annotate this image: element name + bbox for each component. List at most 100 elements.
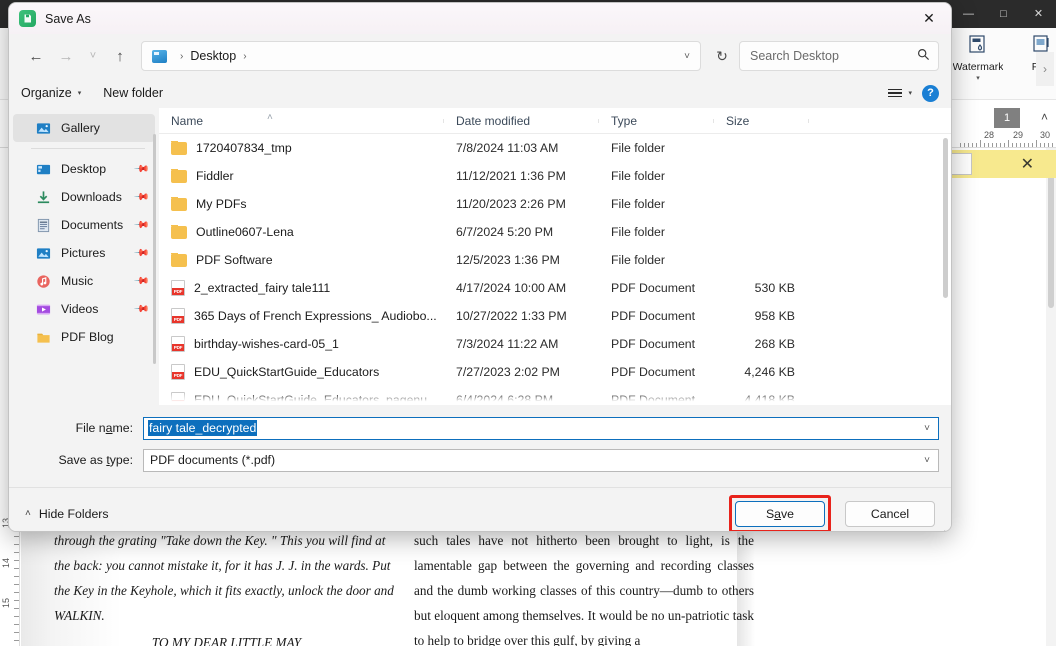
help-icon[interactable]: ? <box>922 84 939 102</box>
ruler-tick <box>988 143 989 147</box>
back-button[interactable]: ← <box>21 41 51 71</box>
table-row[interactable]: 2_extracted_fairy tale111 4/17/2024 10:00… <box>159 274 951 302</box>
table-row[interactable]: 365 Days of French Expressions_ Audiobo.… <box>159 302 951 330</box>
table-row[interactable]: Outline0607-Lena 6/7/2024 5:20 PM File fol… <box>159 218 951 246</box>
dialog-titlebar: Save As ✕ <box>9 3 951 34</box>
chevron-down-icon[interactable]: ˅ <box>924 455 934 466</box>
ruler-number: 29 <box>1013 130 1024 140</box>
page-number-indicator[interactable]: 1 <box>994 108 1020 128</box>
pin-icon[interactable]: 📌 <box>132 301 149 318</box>
chevron-down-icon[interactable]: ˅ <box>684 51 694 62</box>
date-modified-cell: 7/27/2023 2:02 PM <box>456 365 560 379</box>
sidebar-item-label: Pictures <box>61 246 106 260</box>
sidebar-item-pdf-blog[interactable]: PDF Blog <box>13 323 155 351</box>
maximize-icon[interactable]: □ <box>986 0 1021 28</box>
file-name-text: EDU_QuickStartGuide_Educators <box>194 365 380 379</box>
ruler-tick <box>14 616 19 617</box>
sidebar-item-music[interactable]: Music 📌 <box>13 267 155 295</box>
date-modified-cell: 11/20/2023 2:26 PM <box>456 197 566 211</box>
videos-icon <box>35 301 52 318</box>
list-fade-overlay <box>159 393 951 405</box>
ruler-tick <box>1048 143 1049 147</box>
pdf-icon <box>171 280 185 296</box>
filename-input[interactable]: fairy tale_decrypted ˅ <box>143 416 939 440</box>
pin-icon[interactable]: 📌 <box>132 245 149 262</box>
ruler-tick <box>14 592 19 593</box>
close-icon[interactable]: ✕ <box>1021 0 1056 28</box>
command-bar-right: ▾ ? <box>888 84 939 102</box>
dialog-close-icon[interactable]: ✕ <box>907 3 951 34</box>
view-options-button[interactable]: ▾ <box>888 88 912 98</box>
file-name-cell: 2_extracted_fairy tale111 <box>159 280 444 296</box>
file-name-cell: EDU_QuickStartGuide_Educators <box>159 364 444 380</box>
ruler-tick <box>14 560 19 561</box>
ribbon-overflow-icon[interactable]: › <box>1036 52 1054 86</box>
file-size-cell: 530 KB <box>754 281 795 295</box>
breadcrumb-item-desktop[interactable]: Desktop <box>190 49 236 63</box>
chevron-down-icon[interactable]: ˅ <box>924 423 934 434</box>
folder-icon <box>171 169 187 183</box>
file-list-scrollbar[interactable] <box>943 138 948 298</box>
sidebar-item-videos[interactable]: Videos 📌 <box>13 295 155 323</box>
new-folder-button[interactable]: New folder <box>103 86 163 100</box>
minimize-icon[interactable]: — <box>951 0 986 28</box>
sidebar-scrollbar[interactable] <box>153 134 156 364</box>
table-row[interactable]: EDU_QuickStartGuide_Educators 7/27/2023 2… <box>159 358 951 386</box>
refresh-button[interactable]: ↻ <box>709 48 735 65</box>
pin-icon[interactable]: 📌 <box>132 161 149 178</box>
table-row[interactable]: PDF Software 12/5/2023 1:36 PM File folder <box>159 246 951 274</box>
resize-grip[interactable]: ◢ <box>939 528 948 531</box>
pin-icon[interactable]: 📌 <box>132 273 149 290</box>
table-row[interactable]: 1720407834_tmp 7/8/2024 11:03 AM File fold… <box>159 134 951 162</box>
file-name-cell: PDF Software <box>159 253 444 267</box>
ribbon-label: Watermark <box>952 61 1004 73</box>
table-row[interactable]: birthday-wishes-card-05_1 7/3/2024 11:22 … <box>159 330 951 358</box>
sidebar-item-gallery[interactable]: Gallery <box>13 114 155 142</box>
downloads-icon <box>35 189 52 206</box>
ribbon-item-watermark[interactable]: Watermark ▾ <box>952 32 1004 82</box>
up-button[interactable]: ↑ <box>105 41 135 71</box>
filetype-select[interactable]: PDF documents (*.pdf) ˅ <box>143 448 939 472</box>
column-header-date[interactable]: Date modified <box>444 114 599 128</box>
column-header-type[interactable]: Type <box>599 114 714 128</box>
table-row[interactable]: Fiddler 11/12/2021 1:36 PM File folder <box>159 162 951 190</box>
sidebar-item-desktop[interactable]: Desktop 📌 <box>13 155 155 183</box>
dialog-title: Save As <box>45 11 91 26</box>
organize-button[interactable]: Organize ▾ <box>21 86 81 100</box>
music-icon <box>35 273 52 290</box>
sidebar-item-documents[interactable]: Documents 📌 <box>13 211 155 239</box>
sidebar-item-pictures[interactable]: Pictures 📌 <box>13 239 155 267</box>
cancel-button[interactable]: Cancel <box>845 500 935 527</box>
ruler-tick <box>972 143 973 147</box>
ruler-tick <box>14 552 19 553</box>
search-input[interactable]: Search Desktop <box>750 49 917 63</box>
desktop-icon <box>152 49 167 63</box>
chevron-up-icon[interactable]: ˄ <box>1041 110 1048 124</box>
document-scrollbar[interactable] <box>1046 148 1056 646</box>
address-bar[interactable]: › Desktop › ˅ <box>141 41 701 71</box>
filename-value[interactable]: fairy tale_decrypted <box>148 420 258 436</box>
column-header-size[interactable]: Size <box>714 114 809 128</box>
search-box[interactable]: Search Desktop <box>739 41 939 71</box>
sort-ascending-icon: ˄ <box>267 111 273 123</box>
documents-icon <box>35 217 52 234</box>
window-controls: — □ ✕ <box>951 0 1056 28</box>
save-button-wrapper: Sa ve <box>729 494 831 531</box>
recent-locations-button[interactable]: ˅ <box>81 41 105 71</box>
pin-icon[interactable]: 📌 <box>132 217 149 234</box>
hide-folders-button[interactable]: ˄ Hide Folders <box>25 507 109 521</box>
table-row[interactable]: My PDFs 11/20/2023 2:26 PM File folder <box>159 190 951 218</box>
save-button[interactable]: Sa ve <box>735 500 825 527</box>
chevron-down-icon[interactable]: ▾ <box>976 74 980 82</box>
file-name-cell: My PDFs <box>159 197 444 211</box>
file-name-text: My PDFs <box>196 197 247 211</box>
date-modified-cell: 7/8/2024 11:03 AM <box>456 141 559 155</box>
scrollbar-thumb[interactable] <box>1048 158 1054 308</box>
sidebar-item-downloads[interactable]: Downloads 📌 <box>13 183 155 211</box>
date-modified-cell: 10/27/2022 1:33 PM <box>456 309 567 323</box>
document-left-column: through the grating "Take down the Key. … <box>54 528 399 646</box>
column-header-name[interactable]: Name ˄ <box>159 111 444 128</box>
pin-icon[interactable]: 📌 <box>132 189 149 206</box>
file-name-cell: Outline0607-Lena <box>159 225 444 239</box>
close-icon[interactable]: ✕ <box>1021 154 1034 174</box>
